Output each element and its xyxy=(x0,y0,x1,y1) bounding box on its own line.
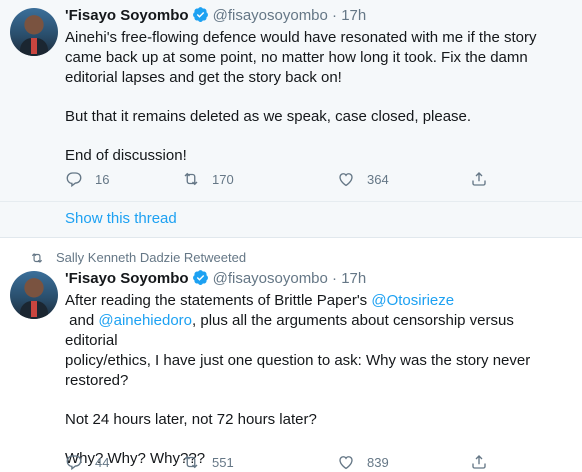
retweeted-by-label[interactable]: Sally Kenneth Dadzie Retweeted xyxy=(56,250,246,265)
tweet-line: After reading the statements of Brittle … xyxy=(65,291,570,311)
verified-icon xyxy=(192,6,209,27)
avatar[interactable] xyxy=(10,8,58,56)
like-count: 839 xyxy=(367,454,389,470)
tweet-line: restored? xyxy=(65,372,129,389)
handle[interactable]: @fisayosoyombo xyxy=(213,270,328,287)
share-button[interactable] xyxy=(470,170,488,188)
timestamp[interactable]: 17h xyxy=(341,270,366,287)
handle[interactable]: @fisayosoyombo xyxy=(213,7,328,24)
tweet-header: 'Fisayo Soyombo @fisayosoyombo · 17h xyxy=(65,269,366,290)
timestamp[interactable]: 17h xyxy=(341,7,366,24)
tweet-actions: 44 551 839 xyxy=(65,453,505,472)
like-button[interactable]: 839 xyxy=(337,453,389,471)
tweet-line: End of discussion! xyxy=(65,147,187,164)
tweet-2[interactable]: Sally Kenneth Dadzie Retweeted 'Fisayo S… xyxy=(0,239,582,472)
retweet-button[interactable]: 170 xyxy=(182,170,234,188)
tweet-line: came back up at some point, no matter ho… xyxy=(65,49,528,66)
reply-icon xyxy=(66,455,82,471)
retweet-icon xyxy=(31,252,43,263)
avatar[interactable] xyxy=(10,271,58,319)
reply-count: 44 xyxy=(95,454,110,470)
tweet-line: Not 24 hours later, not 72 hours later? xyxy=(65,411,317,428)
reply-button[interactable]: 16 xyxy=(65,170,109,188)
display-name[interactable]: 'Fisayo Soyombo xyxy=(65,270,189,287)
display-name[interactable]: 'Fisayo Soyombo xyxy=(65,7,189,24)
reply-button[interactable]: 44 xyxy=(65,453,109,471)
retweet-count: 551 xyxy=(212,454,234,470)
tweet-text: Ainehi's free-flowing defence would have… xyxy=(65,28,570,166)
tweet-line: But that it remains deleted as we speak,… xyxy=(65,108,472,125)
tweet-actions: 16 170 364 xyxy=(65,170,505,190)
like-count: 364 xyxy=(367,171,389,187)
retweet-count: 170 xyxy=(212,171,234,187)
separator-dot: · xyxy=(332,270,338,287)
like-icon xyxy=(339,456,353,470)
separator-dot: · xyxy=(332,7,338,24)
mention-link[interactable]: @Otosirieze xyxy=(371,292,454,309)
like-icon xyxy=(339,173,353,187)
tweet-line: editorial lapses and get the story back … xyxy=(65,69,342,86)
retweet-icon xyxy=(184,455,198,469)
retweet-icon xyxy=(184,172,198,186)
tweet-1[interactable]: 'Fisayo Soyombo @fisayosoyombo · 17h Aine… xyxy=(0,0,582,202)
tweet-header: 'Fisayo Soyombo @fisayosoyombo · 17h xyxy=(65,6,366,27)
retweet-button[interactable]: 551 xyxy=(182,453,234,471)
verified-icon xyxy=(192,269,209,290)
share-button[interactable] xyxy=(470,453,488,471)
reply-icon xyxy=(66,172,82,188)
tweet-line: Ainehi's free-flowing defence would have… xyxy=(65,29,537,46)
show-thread-row[interactable]: Show this thread xyxy=(0,202,582,238)
mention-link[interactable]: @ainehiedoro xyxy=(98,312,192,329)
like-button[interactable]: 364 xyxy=(337,170,389,188)
retweeted-by: Sally Kenneth Dadzie Retweeted xyxy=(30,250,246,265)
share-icon xyxy=(472,172,486,186)
tweet-line: and @ainehiedoro, plus all the arguments… xyxy=(65,311,570,351)
tweet-text-span: and xyxy=(65,312,99,329)
share-icon xyxy=(472,455,486,469)
show-thread-link[interactable]: Show this thread xyxy=(65,210,177,227)
tweet-text: After reading the statements of Brittle … xyxy=(65,291,570,469)
tweet-text-span: After reading the statements of Brittle … xyxy=(65,292,372,309)
tweet-line: policy/ethics, I have just one question … xyxy=(65,352,531,369)
reply-count: 16 xyxy=(95,171,110,187)
